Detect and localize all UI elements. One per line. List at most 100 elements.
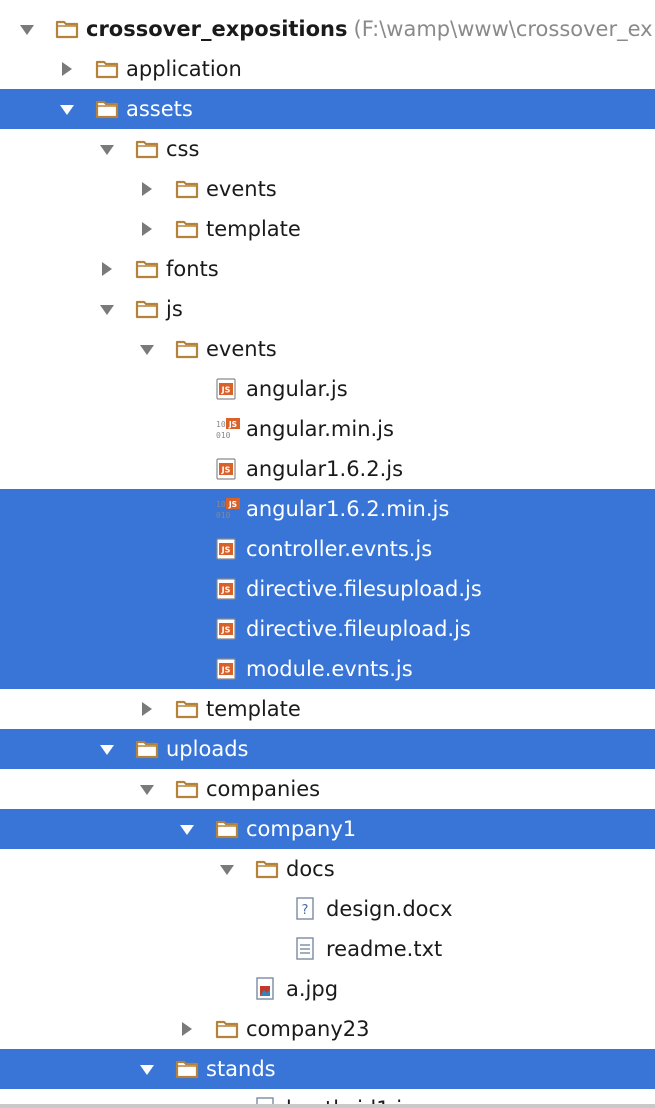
expand-right-arrow-icon[interactable] <box>57 49 77 89</box>
tree-folder-row[interactable]: company1 <box>0 809 655 849</box>
expand-right-arrow-icon[interactable] <box>97 249 117 289</box>
tree-item-label: directive.filesupload.js <box>246 569 482 609</box>
expand-down-arrow-icon[interactable] <box>137 1049 157 1089</box>
tree-folder-row[interactable]: css <box>0 129 655 169</box>
svg-text:010: 010 <box>216 431 231 440</box>
tree-file-row[interactable]: JS angular.js <box>0 369 655 409</box>
tree-file-row[interactable]: a.jpg <box>0 969 655 1009</box>
tree-item-label: assets <box>126 89 193 129</box>
svg-text:JS: JS <box>228 420 237 429</box>
tree-item-name: directive.filesupload.js <box>246 577 482 601</box>
tree-item-label: events <box>206 169 277 209</box>
tree-item-name: uploads <box>166 737 249 761</box>
expand-right-arrow-icon[interactable] <box>177 1009 197 1049</box>
tree-item-label: module.evnts.js <box>246 649 413 689</box>
tree-item-name: design.docx <box>326 897 453 921</box>
tree-item-name: events <box>206 337 277 361</box>
expand-right-arrow-icon[interactable] <box>137 689 157 729</box>
js-file-icon: JS <box>215 369 237 409</box>
folder-icon <box>175 209 199 249</box>
folder-icon <box>95 89 119 129</box>
tree-item-label: angular.js <box>246 369 348 409</box>
tree-file-row[interactable]: JS module.evnts.js <box>0 649 655 689</box>
expand-down-arrow-icon[interactable] <box>97 729 117 769</box>
tree-folder-row[interactable]: js <box>0 289 655 329</box>
expand-down-arrow-icon[interactable] <box>57 89 77 129</box>
expand-down-arrow-icon[interactable] <box>217 849 237 889</box>
svg-text:10: 10 <box>216 420 226 429</box>
tree-folder-row[interactable]: template <box>0 689 655 729</box>
js-file-icon: JS <box>215 649 237 689</box>
tree-file-row[interactable]: 10 010 JS angular.min.js <box>0 409 655 449</box>
expand-down-arrow-icon[interactable] <box>137 329 157 369</box>
tree-item-label: stands <box>206 1049 276 1089</box>
tree-item-name: template <box>206 217 301 241</box>
svg-text:JS: JS <box>221 386 231 395</box>
folder-icon <box>215 1009 239 1049</box>
tree-file-row[interactable]: JS directive.filesupload.js <box>0 569 655 609</box>
project-tree: crossover_expositions (F:\wamp\www\crosso… <box>0 0 655 1108</box>
tree-folder-row[interactable]: template <box>0 209 655 249</box>
tree-item-label: css <box>166 129 199 169</box>
tree-folder-row[interactable]: application <box>0 49 655 89</box>
tree-item-name: angular.min.js <box>246 417 394 441</box>
tree-item-label: angular1.6.2.js <box>246 449 403 489</box>
tree-item-name: assets <box>126 97 193 121</box>
horizontal-scrollbar[interactable] <box>0 1104 655 1108</box>
folder-icon <box>135 729 159 769</box>
tree-item-name: a.jpg <box>286 977 339 1001</box>
tree-item-label: company23 <box>246 1009 370 1049</box>
svg-text:?: ? <box>302 903 309 918</box>
tree-folder-row[interactable]: company23 <box>0 1009 655 1049</box>
tree-folder-row[interactable]: assets <box>0 89 655 129</box>
folder-icon <box>175 329 199 369</box>
expand-right-arrow-icon[interactable] <box>137 209 157 249</box>
tree-item-name: template <box>206 697 301 721</box>
tree-item-name: company23 <box>246 1017 370 1041</box>
tree-item-name: docs <box>286 857 335 881</box>
tree-item-label: design.docx <box>326 889 453 929</box>
expand-down-arrow-icon[interactable] <box>177 809 197 849</box>
expand-right-arrow-icon[interactable] <box>137 169 157 209</box>
tree-file-row[interactable]: JS controller.evnts.js <box>0 529 655 569</box>
tree-item-label: companies <box>206 769 320 809</box>
tree-folder-row[interactable]: crossover_expositions (F:\wamp\www\crosso… <box>0 9 655 49</box>
folder-icon <box>175 1049 199 1089</box>
tree-item-name: angular1.6.2.js <box>246 457 404 481</box>
folder-icon <box>55 9 79 49</box>
svg-text:JS: JS <box>221 466 231 475</box>
tree-folder-row[interactable]: events <box>0 169 655 209</box>
tree-item-name: stands <box>206 1057 276 1081</box>
tree-file-row[interactable]: readme.txt <box>0 929 655 969</box>
tree-folder-row[interactable]: stands <box>0 1049 655 1089</box>
svg-text:JS: JS <box>221 666 231 675</box>
tree-item-name: js <box>166 297 183 321</box>
expand-down-arrow-icon[interactable] <box>137 769 157 809</box>
tree-item-label: directive.fileupload.js <box>246 609 471 649</box>
svg-text:10: 10 <box>216 500 226 509</box>
project-path-hint: (F:\wamp\www\crossover_ex <box>353 17 653 41</box>
tree-folder-row[interactable]: docs <box>0 849 655 889</box>
tree-item-label: docs <box>286 849 335 889</box>
tree-folder-row[interactable]: uploads <box>0 729 655 769</box>
tree-folder-row[interactable]: events <box>0 329 655 369</box>
tree-item-label: events <box>206 329 277 369</box>
minified-js-file-icon: 10 010 JS <box>215 489 241 529</box>
expand-down-arrow-icon[interactable] <box>97 289 117 329</box>
tree-file-row[interactable]: ? design.docx <box>0 889 655 929</box>
tree-folder-row[interactable]: fonts <box>0 249 655 289</box>
tree-item-label: angular.min.js <box>246 409 394 449</box>
folder-icon <box>175 689 199 729</box>
tree-item-label: crossover_expositions (F:\wamp\www\crosso… <box>86 9 653 49</box>
svg-text:JS: JS <box>221 626 231 635</box>
tree-item-name: directive.fileupload.js <box>246 617 471 641</box>
tree-folder-row[interactable]: companies <box>0 769 655 809</box>
tree-item-name: css <box>166 137 200 161</box>
minified-js-file-icon: 10 010 JS <box>215 409 241 449</box>
tree-item-label: a.jpg <box>286 969 338 1009</box>
tree-file-row[interactable]: JS angular1.6.2.js <box>0 449 655 489</box>
expand-down-arrow-icon[interactable] <box>97 129 117 169</box>
tree-file-row[interactable]: JS directive.fileupload.js <box>0 609 655 649</box>
tree-file-row[interactable]: 10 010 JS angular1.6.2.min.js <box>0 489 655 529</box>
expand-down-arrow-icon[interactable] <box>17 9 37 49</box>
